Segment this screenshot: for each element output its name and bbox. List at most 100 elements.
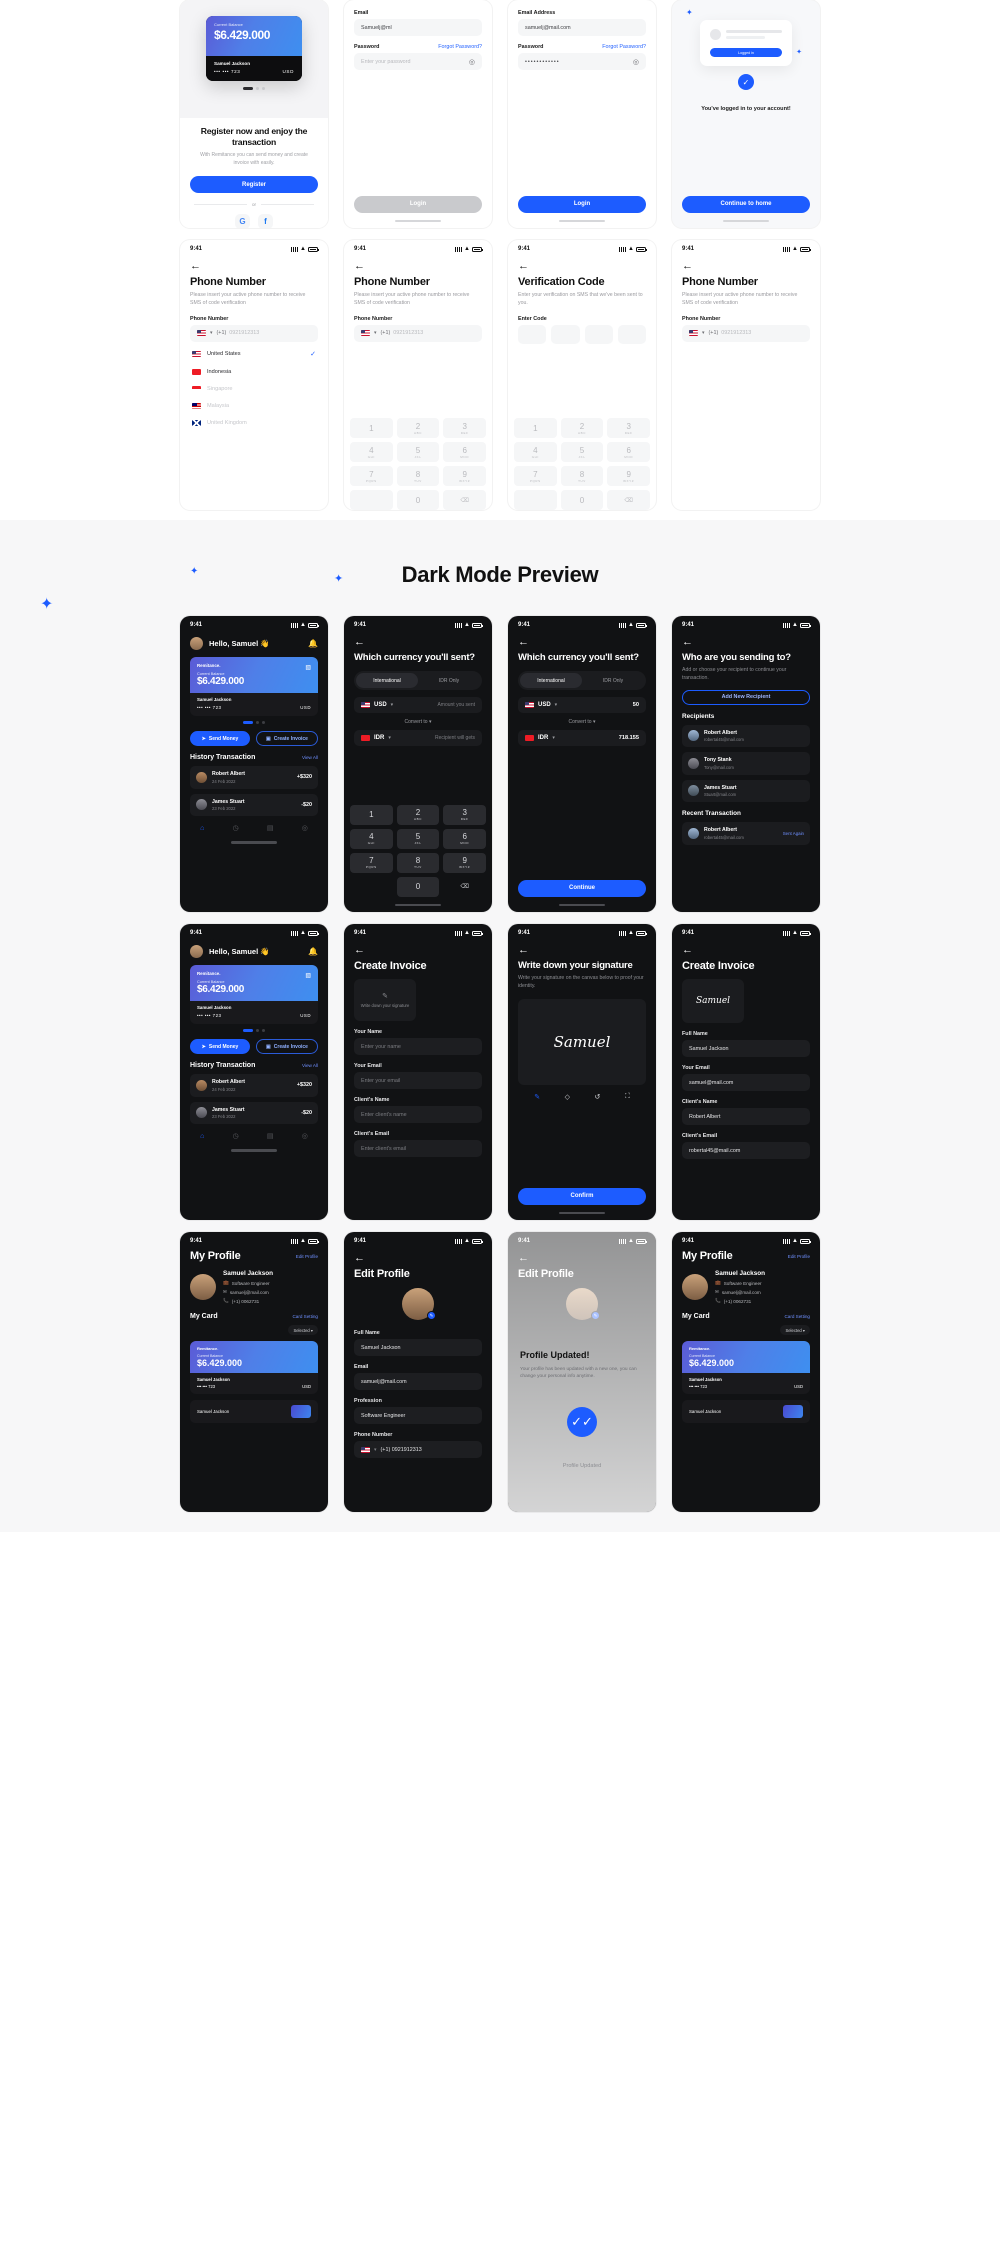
currency-to-row[interactable]: IDR ▾ 718.155 xyxy=(518,730,646,746)
clock-icon[interactable]: ◷ xyxy=(233,1132,239,1140)
send-money-button[interactable]: ➤ Send Money xyxy=(190,1039,250,1054)
chevron-down-icon[interactable]: ▾ xyxy=(552,735,555,741)
currency-scope-tabs[interactable]: International IDR Only xyxy=(354,671,482,690)
keypad-key[interactable]: 0 xyxy=(396,490,440,510)
send-money-button[interactable]: ➤ Send Money xyxy=(190,731,250,746)
list-item[interactable]: Robert Albert robertal45@mail.com Sent Ag… xyxy=(682,822,810,845)
chevron-down-icon[interactable]: ▾ xyxy=(388,735,391,741)
country-option[interactable]: Singapore xyxy=(190,381,318,398)
keypad-key[interactable]: 9 WXYZ xyxy=(607,466,650,486)
keypad-key[interactable]: 1 xyxy=(350,804,393,825)
your-email-input[interactable]: samuel@mail.com xyxy=(682,1074,810,1091)
table-row[interactable]: Robert Albert 24 Feb 2022 +$320 xyxy=(190,1074,318,1097)
create-invoice-button[interactable]: ▣ Create Invoice xyxy=(256,1039,318,1054)
keypad-key[interactable]: 0 xyxy=(560,490,604,510)
eye-icon[interactable]: ◎ xyxy=(469,58,475,66)
undo-icon[interactable]: ↺ xyxy=(594,1093,600,1101)
keypad-key[interactable]: 3 DEF xyxy=(607,418,650,438)
numeric-keypad[interactable]: 1 2 ABC 3 DEF 4 GHI 5 JKL 6 MNO 7 PQRS 8 TUV 9W… xyxy=(344,804,492,897)
updated-button-label[interactable]: Profile Updated xyxy=(520,1437,644,1469)
register-button[interactable]: Register xyxy=(190,176,318,194)
edit-avatar-icon[interactable]: ✎ xyxy=(427,1311,436,1320)
continue-home-button[interactable]: Continue to home xyxy=(682,195,810,213)
tab-international[interactable]: International xyxy=(520,673,582,688)
keypad-key[interactable]: 5 JKL xyxy=(396,828,440,849)
your-name-input[interactable]: Enter your name xyxy=(354,1038,482,1055)
keypad-key[interactable]: 9 WXYZ xyxy=(443,852,486,873)
phone-input[interactable]: ▾ (+1) 0921912313 xyxy=(190,324,318,342)
back-icon[interactable]: ← xyxy=(180,254,328,274)
back-icon[interactable]: ← xyxy=(344,630,492,650)
clock-icon[interactable]: ◷ xyxy=(233,824,239,832)
keypad-key[interactable]: 3 DEF xyxy=(443,418,486,438)
keypad-key[interactable]: 8 TUV xyxy=(396,852,440,873)
bell-icon[interactable]: 🔔 xyxy=(308,639,318,648)
keypad-key[interactable]: 8 TUV xyxy=(396,466,440,486)
keypad-key[interactable]: 5 JKL xyxy=(560,442,604,462)
email-input[interactable]: samuelj@mail.com xyxy=(354,1373,482,1390)
status-badge[interactable]: Selected ▾ xyxy=(780,1325,810,1335)
add-recipient-button[interactable]: Add New Recipient xyxy=(682,689,810,705)
country-option[interactable]: United Kingdom xyxy=(190,415,318,432)
google-icon[interactable]: G xyxy=(235,214,250,228)
keypad-key[interactable]: 6 MNO xyxy=(443,442,486,462)
client-name-input[interactable]: Enter client's name xyxy=(354,1106,482,1123)
continue-button[interactable]: Continue xyxy=(518,879,646,897)
email-field[interactable]: samuelj@mail.com xyxy=(518,19,646,36)
card-icon[interactable]: ▤ xyxy=(267,1132,274,1140)
password-field[interactable]: •••••••••••• ◎ xyxy=(518,53,646,70)
login-button[interactable]: Login xyxy=(354,195,482,213)
code-digit-input[interactable] xyxy=(617,324,646,344)
back-icon[interactable]: ← xyxy=(672,938,820,958)
currency-from-row[interactable]: USD ▾ Amount you sent xyxy=(354,697,482,713)
pen-icon[interactable]: ✎ xyxy=(534,1093,540,1101)
email-field[interactable]: Samuelj@ml xyxy=(354,19,482,36)
code-digit-input[interactable] xyxy=(584,324,613,344)
home-icon[interactable]: ⌂ xyxy=(200,1133,204,1140)
profile-icon[interactable]: ◎ xyxy=(302,824,308,832)
edit-profile-link[interactable]: Edit Profile xyxy=(296,1254,318,1259)
list-item[interactable]: Tony Stank Tony@mail.com xyxy=(682,752,810,775)
status-badge[interactable]: Selected ▾ xyxy=(288,1325,318,1335)
country-option[interactable]: Malaysia xyxy=(190,398,318,415)
phone-input[interactable]: ▾ (+1) 0921912313 xyxy=(354,324,482,342)
keypad-key[interactable]: 7 PQRS xyxy=(514,466,557,486)
keypad-key[interactable]: 2 ABC xyxy=(396,418,440,438)
back-icon[interactable]: ← xyxy=(344,1246,492,1266)
card-setting-link[interactable]: Card Setting xyxy=(292,1314,318,1319)
card-setting-link[interactable]: Card Setting xyxy=(784,1314,810,1319)
tab-idr-only[interactable]: IDR Only xyxy=(582,673,644,688)
list-item[interactable]: Robert Albert robertal45@mail.com xyxy=(682,724,810,748)
keypad-key[interactable]: 4 GHI xyxy=(350,442,393,462)
table-row[interactable]: Robert Albert 24 Feb 2022 +$320 xyxy=(190,766,318,789)
code-input-group[interactable] xyxy=(508,324,656,344)
keypad-key[interactable]: 7 PQRS xyxy=(350,852,393,873)
keypad-key[interactable]: 2 ABC xyxy=(396,804,440,825)
currency-scope-tabs[interactable]: International IDR Only xyxy=(518,671,646,690)
back-icon[interactable]: ← xyxy=(344,938,492,958)
code-digit-input[interactable] xyxy=(551,324,580,344)
currency-to-row[interactable]: IDR ▾ Recipient will gets xyxy=(354,730,482,746)
country-option[interactable]: United States ✓ xyxy=(190,345,318,364)
back-icon[interactable]: ← xyxy=(508,938,656,958)
eraser-icon[interactable]: ◇ xyxy=(565,1093,570,1101)
tab-international[interactable]: International xyxy=(356,673,418,688)
keypad-key[interactable]: 2 ABC xyxy=(560,418,604,438)
keypad-key[interactable]: 9 WXYZ xyxy=(443,466,486,486)
chevron-down-icon[interactable]: ▾ xyxy=(374,1447,377,1453)
chevron-down-icon[interactable]: ▾ xyxy=(555,702,558,708)
keypad-key[interactable]: 5 JKL xyxy=(396,442,440,462)
numeric-keypad[interactable]: 1 2 ABC 3 DEF 4 GHI 5 JKL 6 MNO 7 PQRS 8 TUV 9W… xyxy=(508,418,656,510)
full-name-input[interactable]: Samuel Jackson xyxy=(354,1339,482,1356)
back-icon[interactable]: ← xyxy=(344,254,492,274)
full-name-input[interactable]: Samuel Jackson xyxy=(682,1040,810,1057)
keypad-key[interactable]: 4 GHI xyxy=(514,442,557,462)
create-invoice-button[interactable]: ▣ Create Invoice xyxy=(256,731,318,746)
list-item[interactable]: James Stuart Stuart@mail.com xyxy=(682,779,810,803)
numeric-keypad[interactable]: 1 2 ABC 3 DEF 4 GHI 5 JKL 6 MNO 7 PQRS 8 TUV 9W… xyxy=(344,418,492,510)
confirm-button[interactable]: Confirm xyxy=(518,1187,646,1205)
chevron-down-icon[interactable]: ▾ xyxy=(391,702,394,708)
edit-profile-link[interactable]: Edit Profile xyxy=(788,1254,810,1259)
phone-input[interactable]: ▾ (+1) 0921912313 xyxy=(682,324,810,342)
home-icon[interactable]: ⌂ xyxy=(200,825,204,832)
